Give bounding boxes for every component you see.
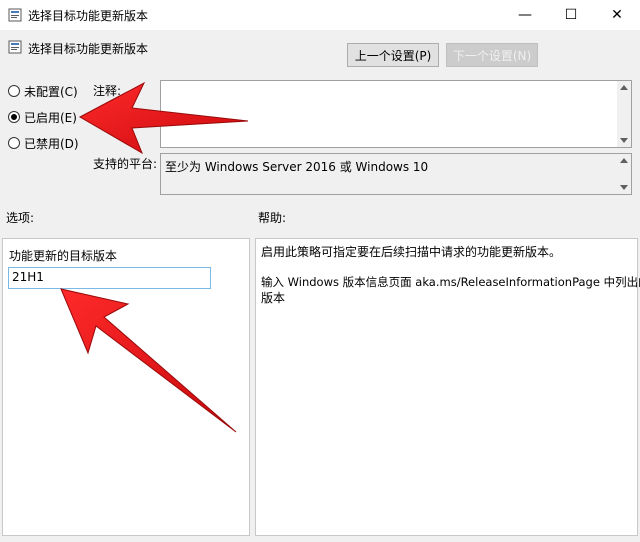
help-paragraph-1: 启用此策略可指定要在后续扫描中请求的功能更新版本。: [261, 245, 562, 259]
supported-value: 至少为 Windows Server 2016 或 Windows 10: [165, 160, 429, 174]
radio-circle: [8, 85, 20, 97]
comment-label: 注释:: [93, 84, 122, 98]
close-button[interactable]: ✕: [594, 0, 640, 30]
radio-not-configured[interactable]: 未配置(C): [8, 82, 78, 100]
maximize-button[interactable]: ☐: [548, 0, 594, 30]
comment-scrollbar[interactable]: [617, 81, 631, 147]
scroll-up-icon[interactable]: [620, 85, 628, 90]
radio-disabled[interactable]: 已禁用(D): [8, 134, 79, 152]
help-paragraph-2-line-2: 版本: [261, 291, 286, 305]
close-icon: ✕: [611, 7, 623, 23]
help-paragraph-2-line-1: 输入 Windows 版本信息页面 aka.ms/ReleaseInformat…: [261, 275, 640, 289]
target-version-input[interactable]: 21H1: [8, 267, 211, 289]
radio-enabled[interactable]: 已启用(E): [8, 108, 77, 126]
options-section-label: 选项:: [6, 211, 35, 225]
prev-setting-button[interactable]: 上一个设置(P): [347, 43, 439, 67]
target-version-label: 功能更新的目标版本: [9, 249, 118, 263]
maximize-icon: ☐: [564, 7, 578, 23]
next-setting-button[interactable]: 下一个设置(N): [446, 43, 538, 67]
supported-scrollbar[interactable]: [617, 154, 631, 194]
radio-circle: [8, 137, 20, 149]
help-pane: 启用此策略可指定要在后续扫描中请求的功能更新版本。 输入 Windows 版本信…: [255, 238, 640, 536]
supported-label: 支持的平台:: [93, 157, 158, 171]
setting-title: 选择目标功能更新版本: [28, 42, 149, 56]
scroll-down-icon[interactable]: [620, 138, 628, 143]
radio-circle-selected: [8, 111, 20, 123]
comment-textarea[interactable]: [160, 80, 632, 148]
help-section-label: 帮助:: [258, 211, 287, 225]
policy-icon: [8, 8, 22, 22]
scroll-up-icon[interactable]: [620, 158, 628, 163]
window-title: 选择目标功能更新版本: [28, 9, 149, 23]
minimize-button[interactable]: —: [502, 0, 548, 30]
scroll-down-icon[interactable]: [620, 185, 628, 190]
minimize-icon: —: [518, 7, 532, 23]
policy-icon: [8, 40, 22, 54]
title-bar: 选择目标功能更新版本 — ☐ ✕: [0, 0, 640, 30]
supported-box: 至少为 Windows Server 2016 或 Windows 10: [160, 153, 632, 195]
